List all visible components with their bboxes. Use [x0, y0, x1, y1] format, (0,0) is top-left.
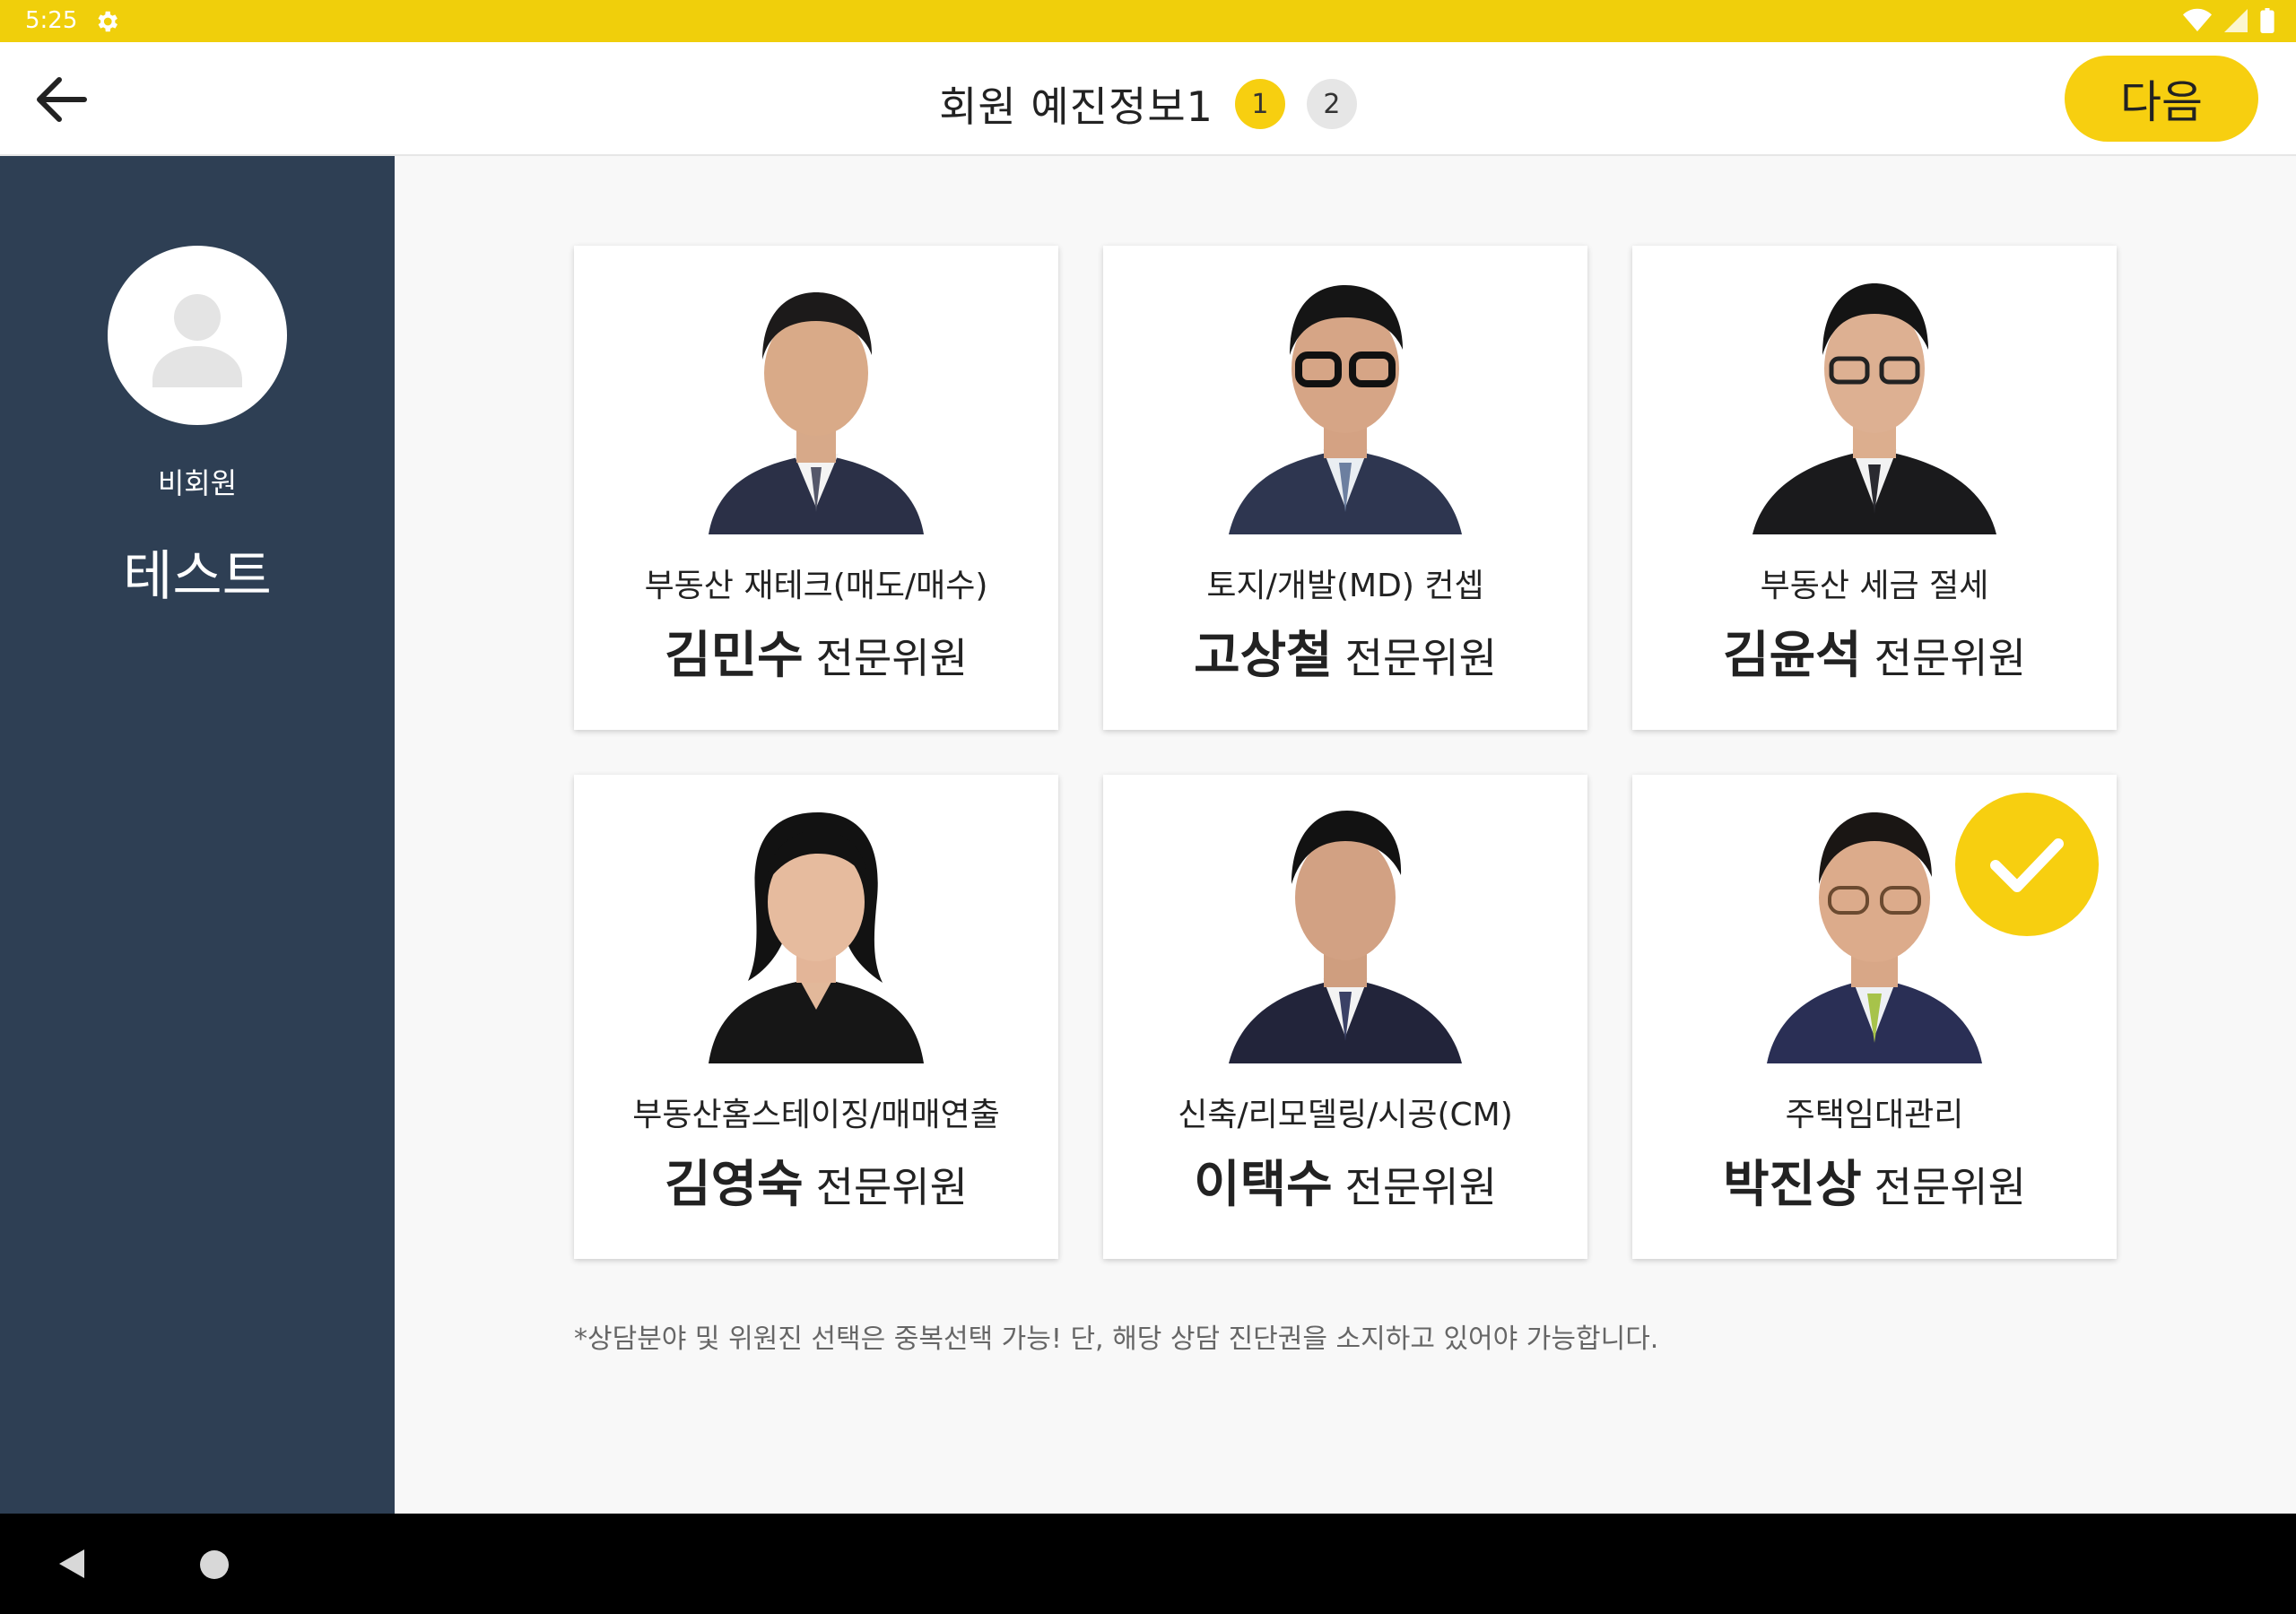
- step-indicator-1: 1: [1234, 79, 1285, 129]
- expert-name: 박진상: [1723, 1156, 1862, 1214]
- member-type-label: 비회원: [157, 466, 238, 500]
- step-indicator-2: 2: [1306, 79, 1357, 129]
- avatar: [108, 246, 287, 425]
- expert-photo: [709, 812, 924, 1063]
- system-nav-bar: [0, 1514, 2296, 1614]
- expert-name: 김윤석: [1723, 627, 1862, 685]
- signal-icon: [2224, 9, 2248, 32]
- expert-card-selected[interactable]: 주택임대관리 박진상 전문위원: [1632, 775, 2117, 1259]
- expert-card[interactable]: 부동산홈스테이징/매매연출 김영숙 전문위원: [574, 775, 1058, 1259]
- page-title: 회원 예진정보1: [939, 82, 1213, 131]
- expert-name-row: 고상철 전문위원: [1103, 615, 1587, 688]
- status-time: 5:25: [25, 7, 78, 34]
- expert-selection-area: 부동산 재테크(매도/매수) 김민수 전문위원 토지/개발(MD) 컨셉 고상철 전…: [395, 156, 2296, 1514]
- expert-photo: [1752, 283, 1996, 534]
- nav-home-icon[interactable]: [200, 1550, 229, 1579]
- expert-role: 전문위원: [1874, 634, 2026, 682]
- expert-role: 전문위원: [815, 634, 968, 682]
- selection-notice: *상담분야 및 위원진 선택은 중복선택 가능! 단, 해당 상담 진단권을 소…: [574, 1323, 1659, 1355]
- expert-name-row: 김영숙 전문위원: [574, 1144, 1058, 1217]
- next-button[interactable]: 다음: [2065, 56, 2258, 142]
- expert-name: 김영숙: [665, 1156, 804, 1214]
- expert-card[interactable]: 신축/리모델링/시공(CM) 이택수 전문위원: [1103, 775, 1587, 1259]
- expert-photo: [709, 292, 924, 534]
- expert-field: 부동산 재테크(매도/매수): [644, 568, 988, 604]
- app-bar: 회원 예진정보1 1 2 다음: [0, 42, 2296, 156]
- battery-icon: [2260, 8, 2274, 33]
- expert-card[interactable]: 부동산 재테크(매도/매수) 김민수 전문위원: [574, 246, 1058, 730]
- selected-check-icon: [1955, 793, 2099, 936]
- expert-card[interactable]: 토지/개발(MD) 컨셉 고상철 전문위원: [1103, 246, 1587, 730]
- person-icon: [152, 294, 242, 387]
- expert-name-row: 박진상 전문위원: [1632, 1144, 2117, 1217]
- expert-photo: [1229, 811, 1462, 1063]
- expert-field: 신축/리모델링/시공(CM): [1178, 1097, 1513, 1133]
- expert-role: 전문위원: [1874, 1163, 2026, 1211]
- expert-field: 토지/개발(MD) 컨셉: [1206, 568, 1484, 604]
- gear-icon: [98, 11, 117, 32]
- expert-name-row: 김민수 전문위원: [574, 615, 1058, 688]
- expert-name: 김민수: [665, 627, 804, 685]
- system-icons: [2183, 8, 2274, 33]
- expert-card[interactable]: 부동산 세금 절세 김윤석 전문위원: [1632, 246, 2117, 730]
- expert-name: 고상철: [1194, 627, 1333, 685]
- nav-back-icon[interactable]: [56, 1548, 86, 1580]
- sidebar: 비회원 테스트: [0, 156, 395, 1514]
- expert-role: 전문위원: [815, 1163, 968, 1211]
- member-name: 테스트: [123, 545, 272, 608]
- expert-field: 부동산홈스테이징/매매연출: [632, 1097, 1000, 1133]
- wifi-icon: [2183, 8, 2212, 31]
- expert-name-row: 이택수 전문위원: [1103, 1144, 1587, 1217]
- expert-photo: [1229, 285, 1462, 534]
- expert-field: 주택임대관리: [1785, 1097, 1964, 1133]
- status-bar: 5:25: [0, 0, 2296, 42]
- expert-role: 전문위원: [1344, 634, 1497, 682]
- title-group: 회원 예진정보1 1 2: [0, 74, 2296, 134]
- expert-name-row: 김윤석 전문위원: [1632, 615, 2117, 688]
- expert-role: 전문위원: [1344, 1163, 1497, 1211]
- expert-field: 부동산 세금 절세: [1760, 568, 1989, 604]
- expert-name: 이택수: [1194, 1156, 1333, 1214]
